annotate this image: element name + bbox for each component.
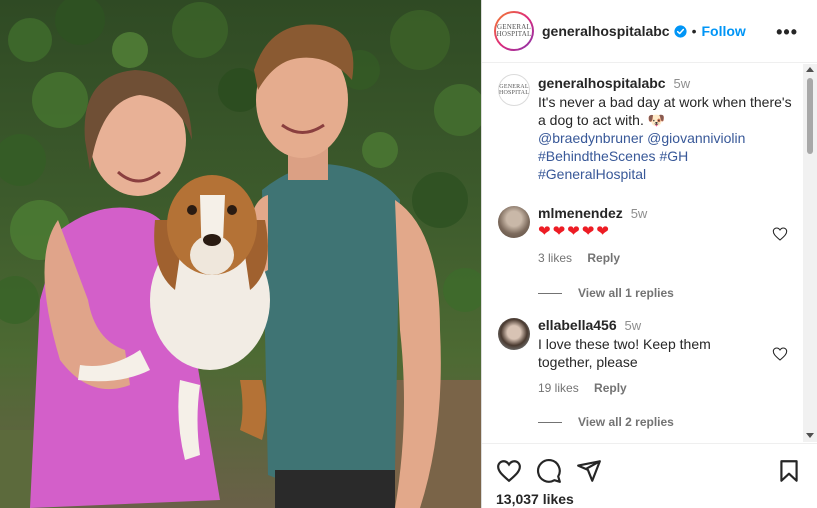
reply-button[interactable]: Reply — [587, 251, 620, 265]
general-hospital-logo: GENERAL HOSPITAL — [496, 13, 532, 49]
hashtag-link[interactable]: #BehindtheScenes — [538, 148, 656, 164]
scrollbar-thumb[interactable] — [807, 78, 813, 154]
bookmark-icon[interactable] — [776, 458, 802, 484]
separator-dot: • — [691, 23, 697, 39]
commenter-avatar[interactable] — [498, 206, 530, 238]
like-comment-heart-icon[interactable] — [772, 346, 788, 362]
replies-divider-line — [538, 292, 562, 294]
post-photo — [0, 0, 481, 508]
hashtag-link[interactable]: #GeneralHospital — [538, 166, 646, 182]
dog-emoji: 🐶 — [647, 112, 666, 128]
post-likes-count[interactable]: 13,037 likes — [496, 491, 574, 507]
view-replies-text[interactable]: View all 2 replies — [578, 415, 674, 429]
view-replies-link[interactable]: View all 2 replies — [538, 415, 674, 429]
scroll-down-arrow-icon[interactable] — [806, 433, 814, 438]
reply-button[interactable]: Reply — [594, 381, 627, 395]
mention-link[interactable]: @giovanniviolin — [647, 130, 745, 146]
hashtag-link[interactable]: #GH — [659, 148, 688, 164]
author-username[interactable]: generalhospitalabc — [542, 23, 670, 39]
mention-link[interactable]: @braedynbruner — [538, 130, 643, 146]
comment-text: I love these two! Keep them together, pl… — [538, 336, 711, 370]
logo-text-line2: HOSPITAL — [496, 30, 532, 38]
comments-list[interactable]: GENERAL HOSPITAL generalhospitalabc 5w I… — [482, 64, 817, 442]
caption-username[interactable]: generalhospitalabc — [538, 75, 666, 91]
comment-meta: 3 likes Reply — [538, 249, 758, 267]
more-options-icon[interactable]: ••• — [776, 22, 798, 43]
replies-divider-line — [538, 421, 562, 423]
comment-timestamp[interactable]: 5w — [631, 206, 648, 221]
author-avatar[interactable]: GENERAL HOSPITAL — [494, 11, 534, 51]
comments-scrollbar[interactable] — [803, 64, 817, 442]
comment-icon[interactable] — [536, 458, 562, 484]
caption-timestamp[interactable]: 5w — [673, 76, 690, 91]
comment-likes[interactable]: 19 likes — [538, 381, 579, 395]
post-details-panel: GENERAL HOSPITAL generalhospitalabc • Fo… — [481, 0, 817, 508]
heart-icon[interactable] — [496, 458, 522, 484]
post-actions-bar: 13,037 likes — [482, 443, 817, 508]
verified-badge-icon — [674, 24, 687, 38]
comment-username[interactable]: ellabella456 — [538, 317, 617, 333]
caption-avatar[interactable]: GENERAL HOSPITAL — [498, 74, 530, 106]
view-replies-link[interactable]: View all 1 replies — [538, 286, 674, 300]
post-header: GENERAL HOSPITAL generalhospitalabc • Fo… — [482, 0, 817, 63]
scroll-up-arrow-icon[interactable] — [806, 67, 814, 72]
commenter-avatar[interactable] — [498, 318, 530, 350]
photo-illustration — [0, 0, 481, 508]
like-comment-heart-icon[interactable] — [772, 226, 788, 242]
comment-likes[interactable]: 3 likes — [538, 251, 572, 265]
follow-button[interactable]: Follow — [702, 23, 746, 39]
comment-timestamp[interactable]: 5w — [625, 318, 642, 333]
comment-body: ellabella456 5w I love these two! Keep t… — [538, 316, 758, 397]
comment-body: mlmenendez 5w ❤❤❤❤❤ 3 likes Reply — [538, 204, 758, 267]
comment-meta: 19 likes Reply — [538, 379, 758, 397]
view-replies-text[interactable]: View all 1 replies — [578, 286, 674, 300]
share-icon[interactable] — [576, 458, 602, 484]
caption-logo-line2: HOSPITAL — [498, 90, 530, 96]
caption-body: generalhospitalabc 5w It's never a bad d… — [538, 74, 798, 183]
comment-text: ❤❤❤❤❤ — [538, 223, 611, 240]
comment-username[interactable]: mlmenendez — [538, 205, 623, 221]
